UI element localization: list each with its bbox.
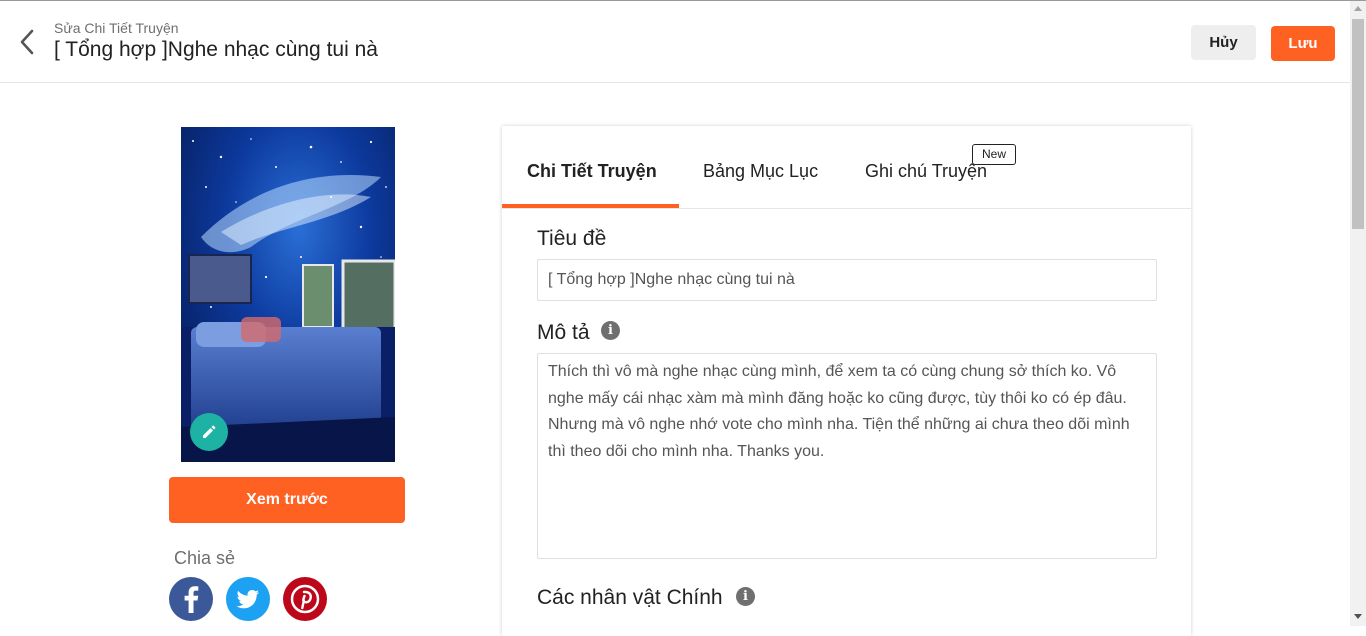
page-header: Sửa Chi Tiết Truyện [ Tổng hợp ]Nghe nhạ…	[0, 1, 1350, 83]
tab-story-notes[interactable]: Ghi chú Truyện	[865, 161, 987, 182]
description-label: Mô tả	[537, 321, 590, 344]
preview-button[interactable]: Xem trước	[169, 477, 405, 523]
pinterest-icon	[290, 584, 320, 614]
chevron-left-icon	[20, 29, 34, 55]
story-details-card: Chi Tiết Truyện Bảng Mục Lục Ghi chú Tru…	[502, 126, 1191, 636]
scroll-thumb[interactable]	[1352, 19, 1364, 229]
title-input[interactable]	[537, 259, 1157, 301]
facebook-share-button[interactable]	[169, 577, 213, 621]
twitter-share-button[interactable]	[226, 577, 270, 621]
share-label: Chia sẻ	[174, 548, 236, 568]
title-label: Tiêu đề	[537, 227, 607, 250]
pinterest-share-button[interactable]	[283, 577, 327, 621]
back-button[interactable]	[14, 27, 42, 57]
edit-cover-button[interactable]	[190, 413, 228, 451]
facebook-icon	[184, 586, 199, 613]
description-textarea[interactable]: Thích thì vô mà nghe nhạc cùng mình, để …	[537, 353, 1157, 559]
page-title: [ Tổng hợp ]Nghe nhạc cùng tui nà	[54, 38, 378, 61]
cancel-button[interactable]: Hủy	[1191, 25, 1256, 60]
twitter-icon	[236, 590, 259, 609]
new-badge: New	[972, 144, 1016, 165]
info-icon[interactable]: i	[736, 587, 755, 606]
scroll-up-arrow-icon[interactable]	[1354, 6, 1362, 11]
active-tab-indicator	[502, 204, 679, 208]
page-subtitle: Sửa Chi Tiết Truyện	[54, 20, 179, 36]
tab-bar: Chi Tiết Truyện Bảng Mục Lục Ghi chú Tru…	[502, 126, 1191, 209]
story-cover-image	[181, 127, 395, 462]
scroll-down-arrow-icon[interactable]	[1354, 614, 1362, 619]
pencil-icon	[203, 425, 216, 438]
tab-table-of-contents[interactable]: Bảng Mục Lục	[703, 161, 818, 182]
main-characters-label: Các nhân vật Chính	[537, 586, 723, 609]
info-icon[interactable]: i	[601, 321, 620, 340]
vertical-scrollbar[interactable]	[1350, 1, 1366, 626]
tab-story-details[interactable]: Chi Tiết Truyện	[527, 161, 657, 182]
save-button[interactable]: Lưu	[1271, 26, 1335, 61]
